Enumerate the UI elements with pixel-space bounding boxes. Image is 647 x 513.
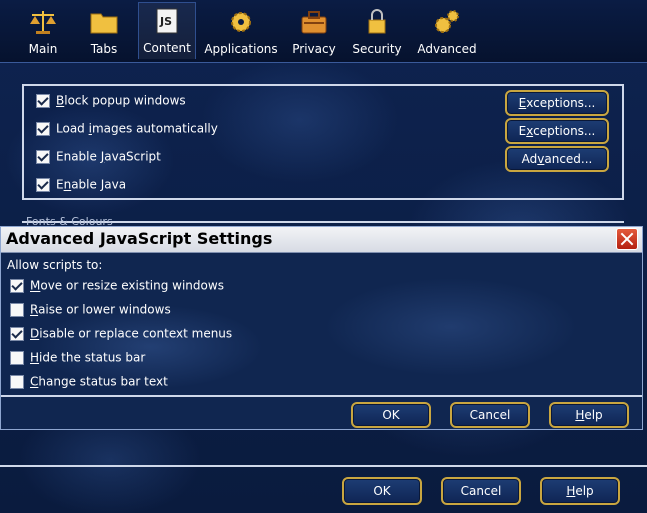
status-bar-text-checkbox[interactable] [10,374,24,389]
dialog-title: Advanced JavaScript Settings [6,229,273,248]
padlock-icon [362,8,392,36]
gear-applications-icon [226,8,256,36]
toolbar-label: Tabs [90,42,118,56]
toolbar-item-tabs[interactable]: Tabs [82,4,126,60]
load-images-checkbox[interactable] [36,121,50,136]
option-label: Enable Java [56,177,127,192]
content-js-icon: JS [152,7,182,35]
cancel-button[interactable]: Cancel [441,477,521,505]
dialog-ok-button[interactable]: OK [351,402,431,428]
footer-divider [0,465,647,467]
advanced-javascript-dialog: Advanced JavaScript Settings Allow scrip… [0,226,643,430]
folder-tab-icon [89,8,119,36]
option-label: Enable JavaScript [56,149,161,164]
move-resize-option[interactable]: Move or resize existing windows [10,278,224,296]
block-popups-checkbox[interactable] [36,93,50,108]
option-label: Disable or replace context menus [30,326,233,341]
image-exceptions-button[interactable]: Exceptions... [505,118,609,144]
preferences-toolbar: Main Tabs JS Content Applications Privac… [0,0,647,63]
raise-lower-option[interactable]: Raise or lower windows [10,302,171,320]
toolbar-item-security[interactable]: Security [350,4,404,60]
scales-icon [28,8,58,36]
dialog-divider [1,395,642,397]
privacy-briefcase-icon [299,8,329,36]
toolbar-item-content[interactable]: JS Content [138,2,196,59]
content-options-panel: Block popup windows Load images automati… [22,84,624,200]
close-icon[interactable] [616,228,638,250]
option-label: Load images automatically [56,121,218,136]
advanced-javascript-button[interactable]: Advanced... [505,146,609,172]
load-images-option[interactable]: Load images automatically [36,121,218,139]
raise-lower-checkbox[interactable] [10,302,24,317]
gears-icon [432,8,462,36]
toolbar-label: Privacy [292,42,336,56]
popup-exceptions-button[interactable]: Exceptions... [505,90,609,116]
toolbar-label: Applications [204,42,278,56]
hide-status-bar-checkbox[interactable] [10,350,24,365]
toolbar-label: Main [28,42,58,56]
allow-scripts-label: Allow scripts to: [7,258,103,272]
dialog-help-button[interactable]: Help [549,402,629,428]
help-button[interactable]: Help [540,477,620,505]
toolbar-item-advanced[interactable]: Advanced [416,4,478,60]
dialog-titlebar[interactable]: Advanced JavaScript Settings [1,227,642,253]
enable-java-checkbox[interactable] [36,177,50,192]
toolbar-label: Security [352,42,402,56]
toolbar-item-applications[interactable]: Applications [204,4,278,60]
status-bar-text-option[interactable]: Change status bar text [10,374,168,392]
enable-java-option[interactable]: Enable Java [36,177,126,195]
option-label: Move or resize existing windows [30,278,224,293]
enable-javascript-checkbox[interactable] [36,149,50,164]
toolbar-item-main[interactable]: Main [20,4,66,60]
option-label: Hide the status bar [30,350,146,365]
toolbar-label: Advanced [417,42,477,56]
toolbar-item-privacy[interactable]: Privacy [290,4,338,60]
block-popups-option[interactable]: Block popup windows [36,93,186,111]
toolbar-label: Content [143,41,191,55]
dialog-cancel-button[interactable]: Cancel [450,402,530,428]
ok-button[interactable]: OK [342,477,422,505]
option-label: Change status bar text [30,374,168,389]
hide-status-bar-option[interactable]: Hide the status bar [10,350,145,368]
move-resize-checkbox[interactable] [10,278,24,293]
context-menus-checkbox[interactable] [10,326,24,341]
option-label: Raise or lower windows [30,302,171,317]
context-menus-option[interactable]: Disable or replace context menus [10,326,232,344]
enable-javascript-option[interactable]: Enable JavaScript [36,149,161,167]
svg-text:JS: JS [159,15,172,28]
option-label: Block popup windows [56,93,186,108]
